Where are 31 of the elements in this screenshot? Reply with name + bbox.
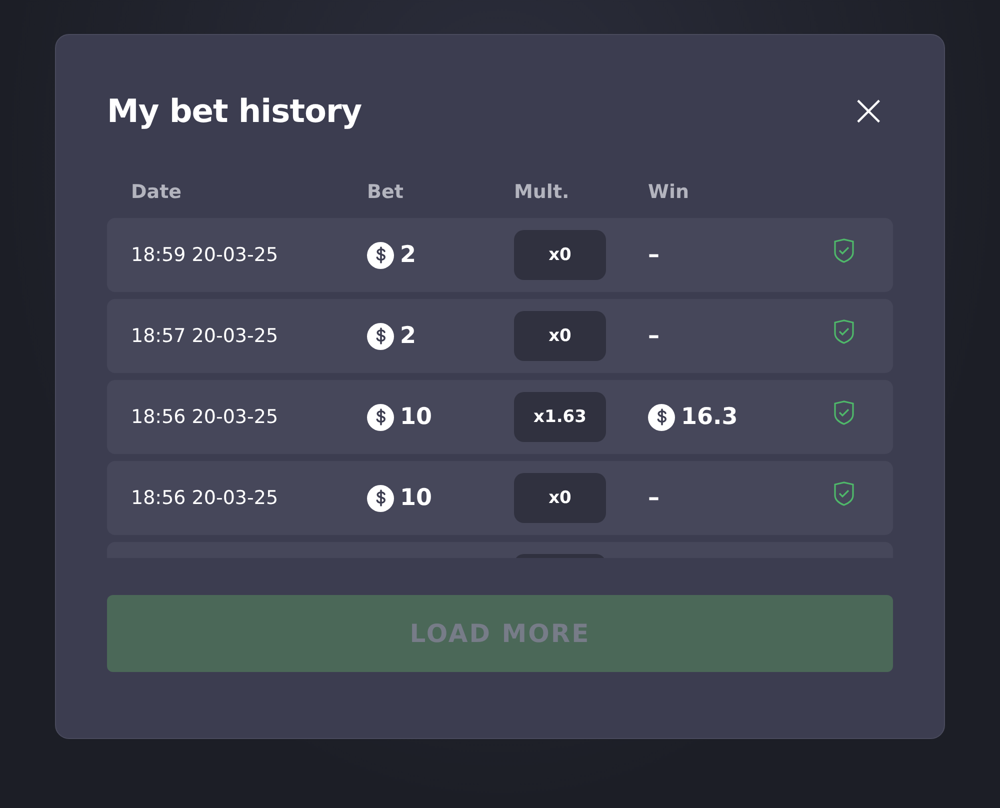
close-button[interactable]: × [844,89,893,133]
win-amount: 16.3 [681,404,738,430]
bet-amount: 10 [400,404,432,430]
dollar-coin-icon [367,484,394,512]
date-cell-text: 18:56 20-03-25 [131,406,280,428]
shield-check-icon[interactable] [833,481,855,507]
bet-amount: 10 [400,485,432,511]
shield-check-icon[interactable] [833,400,855,426]
shield-check-icon[interactable] [833,238,855,264]
date-cell-text: 18:59 20-03-25 [131,244,280,266]
multiplier-badge: x0 [514,473,606,523]
win-amount: – [648,485,660,511]
shield-check-icon[interactable] [833,319,855,345]
dollar-coin-icon [648,404,675,430]
dialog-title: My bet history [107,92,362,130]
date-cell-text: 18:56 20-03-25 [131,487,280,509]
bet-amount: 2 [400,323,416,349]
bet-amount: 2 [400,242,416,268]
win-amount: – [648,242,660,268]
multiplier-badge: x1.63 [514,392,606,442]
dollar-coin-icon [367,404,394,430]
multiplier-badge: x0 [514,311,606,361]
column-header: Bet [367,181,404,203]
dollar-coin-icon [367,242,394,268]
dollar-coin-icon [367,322,394,350]
column-header: Mult. [514,181,570,203]
win-amount: – [648,323,660,349]
column-header: Win [648,181,690,203]
column-header: Date [131,181,183,203]
multiplier-badge: x0 [514,230,606,280]
date-cell-text: 18:57 20-03-25 [131,325,280,347]
